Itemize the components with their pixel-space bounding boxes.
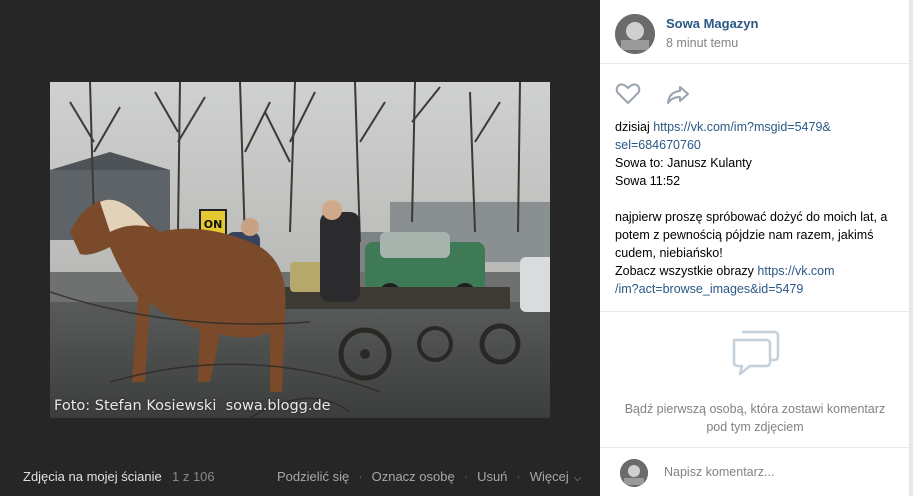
photo-image: ON: [50, 82, 550, 418]
share-photo-button[interactable]: Podzielić się: [277, 469, 349, 484]
comment-input[interactable]: [664, 460, 894, 484]
photo-counter: 1 z 106: [172, 468, 215, 484]
post-paragraph: najpierw proszę spróbować dożyć do moich…: [615, 210, 888, 260]
album-link[interactable]: Zdjęcia na mojej ścianie: [23, 469, 162, 484]
tag-person-button[interactable]: Oznacz osobę: [372, 469, 455, 484]
sign-text: ON: [204, 218, 223, 231]
scrollbar-track[interactable]: [909, 0, 913, 496]
share-arrow-icon[interactable]: [665, 82, 691, 106]
chevron-down-icon: ⌵: [573, 472, 582, 484]
photo-credit: Foto: Stefan Kosiewski sowa.blogg.de: [54, 398, 331, 414]
photo-actions: Podzielić się · Oznacz osobę · Usuń · Wi…: [277, 469, 581, 484]
photo-area: ON Foto: Stefan Kosiewski sowa.blogg.de …: [0, 0, 600, 496]
post-time[interactable]: 8 minut temu: [666, 36, 738, 50]
speech-bubbles-icon: [728, 326, 782, 378]
delete-photo-button[interactable]: Usuń: [477, 469, 507, 484]
browse-images-link[interactable]: https://vk.com: [757, 264, 834, 278]
no-comments-text: Bądź pierwszą osobą, która zostawi komen…: [624, 402, 886, 434]
author-name[interactable]: Sowa Magazyn: [666, 16, 758, 31]
post-line-3: Sowa 11:52: [615, 174, 681, 188]
browse-images-link-cont[interactable]: /im?act=browse_images&id=5479: [615, 282, 803, 296]
user-avatar: [620, 459, 648, 487]
more-label: Więcej: [529, 468, 569, 484]
post-panel: Sowa Magazyn 8 minut temu dzisiaj https:…: [600, 0, 913, 496]
message-link-cont[interactable]: sel=684670760: [615, 138, 701, 152]
photo-bottom-bar: Zdjęcia na mojej ścianie 1 z 106 Podziel…: [0, 456, 600, 496]
post-text: dzisiaj https://vk.com/im?msgid=5479& sel…: [615, 118, 905, 298]
post-header: Sowa Magazyn 8 minut temu: [600, 0, 909, 64]
heart-icon[interactable]: [615, 82, 641, 106]
divider: [600, 311, 909, 312]
line1-prefix: dzisiaj: [615, 120, 654, 134]
post-line-1: dzisiaj https://vk.com/im?msgid=5479& sel…: [615, 118, 905, 154]
author-avatar[interactable]: [615, 14, 655, 54]
post-actions: [615, 82, 715, 106]
post-line-2: Sowa to: Janusz Kulanty: [615, 156, 752, 170]
separator-dot: ·: [358, 468, 363, 484]
see-all-prefix: Zobacz wszystkie obrazy: [615, 264, 758, 278]
photo[interactable]: ON Foto: Stefan Kosiewski sowa.blogg.de: [50, 82, 550, 418]
message-link[interactable]: https://vk.com/im?msgid=5479&: [653, 120, 831, 134]
photo-viewer: ON Foto: Stefan Kosiewski sowa.blogg.de …: [0, 0, 913, 496]
comment-bar: [600, 448, 909, 496]
separator-dot: ·: [463, 468, 469, 484]
more-button[interactable]: Więcej ⌵: [530, 469, 582, 484]
separator-dot: ·: [516, 468, 521, 484]
see-all-line: Zobacz wszystkie obrazy https://vk.com/i…: [615, 262, 905, 298]
